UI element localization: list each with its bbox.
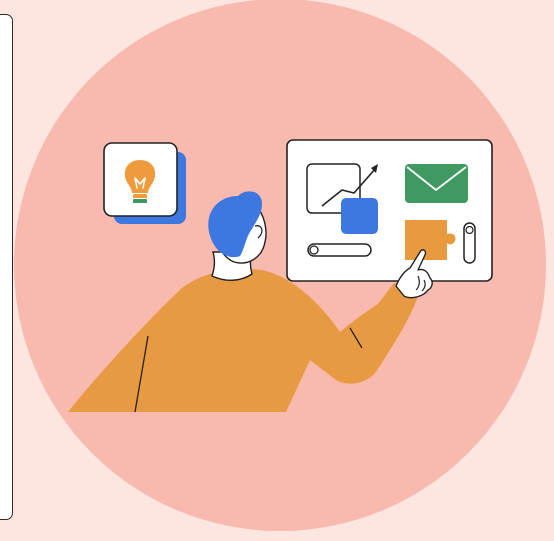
dashboard-board — [286, 139, 493, 282]
envelope-icon[interactable] — [405, 164, 468, 203]
onboarding-illustration — [14, 0, 546, 531]
toggle-control-icon[interactable] — [463, 222, 476, 264]
slider-control-icon[interactable] — [307, 243, 372, 257]
idea-card[interactable] — [103, 142, 186, 224]
